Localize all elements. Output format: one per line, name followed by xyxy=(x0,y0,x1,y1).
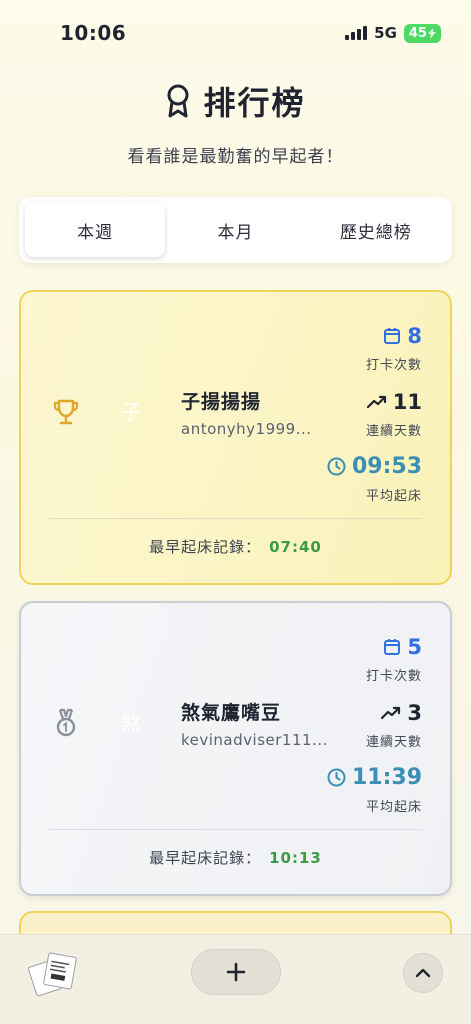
page-header: 排行榜 看看誰是最勤奮的早起者！ xyxy=(0,78,471,167)
status-indicators: 5G 45 xyxy=(345,23,441,43)
user-name: 子揚揚揚 xyxy=(181,391,262,413)
earliest-record: 最早起床記錄： 07:40 xyxy=(21,536,450,557)
user-handle: kevinadviser111... xyxy=(181,731,328,749)
checkins-stat: 5 打卡次數 xyxy=(366,635,422,684)
scroll-up-button[interactable] xyxy=(403,953,443,993)
trophy-icon xyxy=(53,399,79,425)
battery-icon: 45 xyxy=(403,23,441,43)
user-name: 煞氣鷹嘴豆 xyxy=(181,702,282,724)
user-handle: antonyhy1999... xyxy=(181,420,312,438)
divider xyxy=(49,518,422,519)
status-bar: 10:06 5G 45 xyxy=(0,0,471,72)
checkins-value: 8 xyxy=(407,324,422,348)
avg-wake-label: 平均起床 xyxy=(365,489,422,504)
leaderboard-card[interactable]: 煞 煞氣鷹嘴豆 kevinadviser111... 5 打卡次數 3 連續天數 xyxy=(19,601,452,896)
record-time: 10:13 xyxy=(269,849,322,867)
avg-wake-value: 09:53 xyxy=(351,454,422,479)
checkins-label: 打卡次數 xyxy=(365,358,422,373)
avg-wake-value: 11:39 xyxy=(351,765,422,790)
cards-thumbnail-icon[interactable] xyxy=(28,949,80,999)
earliest-record: 最早起床記錄： 10:13 xyxy=(21,847,450,868)
page-subtitle: 看看誰是最勤奮的早起者！ xyxy=(127,147,344,167)
signal-icon xyxy=(345,26,368,40)
tab-week[interactable]: 本週 xyxy=(25,203,166,257)
record-label: 最早起床記錄： xyxy=(149,849,262,867)
checkins-value: 5 xyxy=(407,635,422,659)
bottom-toolbar xyxy=(0,934,471,1024)
streak-stat: 3 連續天數 xyxy=(366,701,422,750)
battery-level: 45 xyxy=(408,25,427,41)
add-button[interactable] xyxy=(191,949,281,995)
record-label: 最早起床記錄： xyxy=(149,538,262,556)
calendar-icon xyxy=(384,328,401,344)
streak-stat: 11 連續天數 xyxy=(366,390,422,439)
avatar: 煞 xyxy=(121,710,141,735)
trending-up-icon xyxy=(366,395,386,409)
network-label: 5G xyxy=(374,24,397,42)
medal-icon xyxy=(56,708,76,737)
period-tabs: 本週 本月 歷史總榜 xyxy=(19,197,452,263)
divider xyxy=(49,829,422,830)
streak-value: 11 xyxy=(392,390,422,414)
trending-up-icon xyxy=(381,706,401,720)
clock-icon xyxy=(327,768,346,787)
chevron-up-icon xyxy=(415,968,431,978)
tab-month[interactable]: 本月 xyxy=(165,203,305,257)
checkins-stat: 8 打卡次數 xyxy=(366,324,422,373)
streak-value: 3 xyxy=(407,701,422,725)
avg-wake-label: 平均起床 xyxy=(365,800,422,815)
plus-icon xyxy=(226,962,246,982)
avatar: 子 xyxy=(121,399,141,424)
page-title: 排行榜 xyxy=(203,84,306,122)
avg-wake-stat: 11:39 平均起床 xyxy=(327,765,422,815)
calendar-icon xyxy=(384,639,401,655)
status-time: 10:06 xyxy=(60,21,127,45)
streak-label: 連續天數 xyxy=(365,735,422,750)
leaderboard-card[interactable]: 子 子揚揚揚 antonyhy1999... 8 打卡次數 11 連續天數 09 xyxy=(19,290,452,585)
record-time: 07:40 xyxy=(269,538,322,556)
avg-wake-stat: 09:53 平均起床 xyxy=(327,454,422,504)
tab-all-time[interactable]: 歷史總榜 xyxy=(306,203,446,257)
streak-label: 連續天數 xyxy=(365,424,422,439)
checkins-label: 打卡次數 xyxy=(365,669,422,684)
award-icon xyxy=(167,84,189,118)
clock-icon xyxy=(327,457,346,476)
